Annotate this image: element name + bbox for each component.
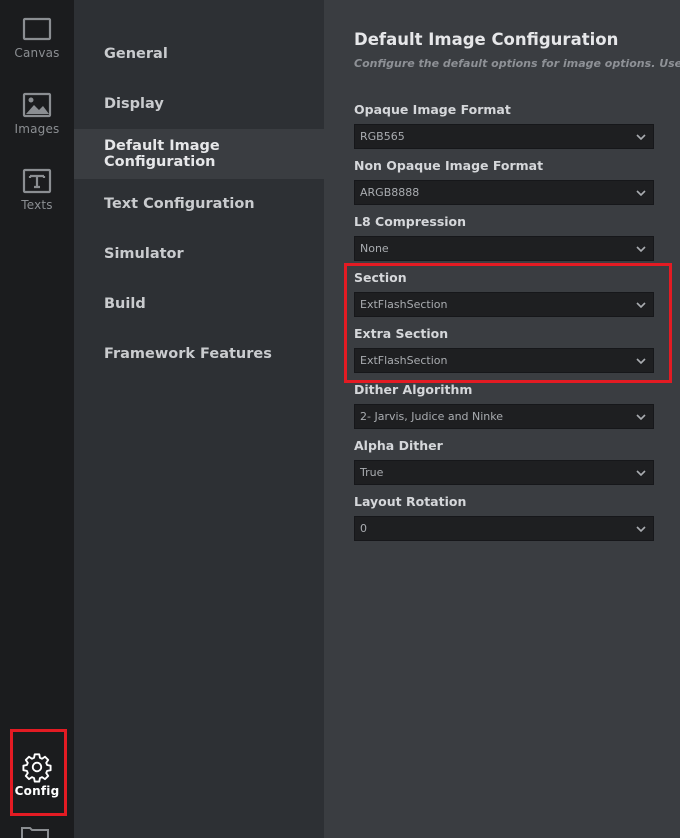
chevron-down-icon [635, 467, 647, 479]
rail-item-texts[interactable]: Texts [0, 152, 74, 222]
rail-item-label: Texts [21, 198, 53, 212]
page-title: Default Image Configuration [354, 30, 619, 49]
folder-icon[interactable] [20, 824, 50, 838]
field-label: Opaque Image Format [354, 102, 511, 117]
chevron-down-icon [635, 187, 647, 199]
field-label: Dither Algorithm [354, 382, 473, 397]
chevron-down-icon [635, 523, 647, 535]
field-opaque-image-format: Opaque Image Format RGB565 [354, 101, 654, 149]
rail-item-label: Images [14, 122, 60, 136]
field-dither-algorithm: Dither Algorithm 2- Jarvis, Judice and N… [354, 381, 654, 429]
field-layout-rotation: Layout Rotation 0 [354, 493, 654, 541]
section-highlight-box [344, 263, 672, 383]
rail-item-images[interactable]: Images [0, 76, 74, 146]
nav-item-simulator[interactable]: Simulator [74, 229, 324, 279]
rail-item-label: Canvas [14, 46, 60, 60]
select-value: 0 [360, 522, 367, 535]
page-subtitle: Configure the default options for image … [354, 57, 680, 70]
nav-item-framework-features[interactable]: Framework Features [74, 329, 324, 379]
select-value: True [360, 466, 384, 479]
field-non-opaque-image-format: Non Opaque Image Format ARGB8888 [354, 157, 654, 205]
chevron-down-icon [635, 411, 647, 423]
chevron-down-icon [635, 131, 647, 143]
select-value: None [360, 242, 389, 255]
nav-item-display[interactable]: Display [74, 79, 324, 129]
config-highlight-box [10, 729, 67, 816]
icon-rail: Canvas Images Texts Config [0, 0, 74, 838]
nav-item-general[interactable]: General [74, 29, 324, 79]
select-value: 2- Jarvis, Judice and Ninke [360, 410, 504, 423]
nav-item-text-configuration[interactable]: Text Configuration [74, 179, 324, 229]
alpha-dither-select[interactable]: True [354, 460, 654, 485]
image-icon [22, 90, 52, 120]
field-label: Non Opaque Image Format [354, 158, 544, 173]
field-label: Layout Rotation [354, 494, 467, 509]
text-icon [22, 166, 52, 196]
canvas-icon [22, 14, 52, 44]
non-opaque-image-format-select[interactable]: ARGB8888 [354, 180, 654, 205]
field-label: L8 Compression [354, 214, 467, 229]
nav-item-build[interactable]: Build [74, 279, 324, 329]
field-alpha-dither: Alpha Dither True [354, 437, 654, 485]
dither-algorithm-select[interactable]: 2- Jarvis, Judice and Ninke [354, 404, 654, 429]
select-value: ARGB8888 [360, 186, 420, 199]
select-value: RGB565 [360, 130, 405, 143]
rail-item-canvas[interactable]: Canvas [0, 0, 74, 70]
chevron-down-icon [635, 243, 647, 255]
main-panel: Default Image Configuration Configure th… [324, 0, 680, 838]
l8-compression-select[interactable]: None [354, 236, 654, 261]
settings-nav: General Display Default Image Configurat… [74, 0, 324, 838]
nav-item-default-image-configuration[interactable]: Default Image Configuration [74, 129, 324, 179]
opaque-image-format-select[interactable]: RGB565 [354, 124, 654, 149]
layout-rotation-select[interactable]: 0 [354, 516, 654, 541]
field-label: Alpha Dither [354, 438, 443, 453]
field-l8-compression: L8 Compression None [354, 213, 654, 261]
